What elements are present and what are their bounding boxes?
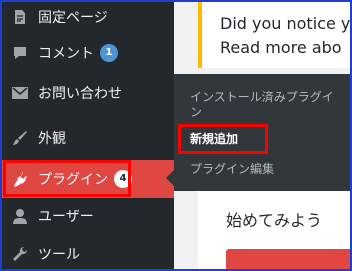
sidebar-item-plugins[interactable]: プラグイン 4 <box>2 160 174 198</box>
sidebar-item-pages[interactable]: 固定ページ <box>2 2 174 36</box>
sidebar-item-label: コメント <box>38 46 94 62</box>
brush-icon <box>2 130 38 146</box>
page-icon <box>2 9 38 25</box>
admin-sidebar: 固定ページ コメント 1 お問い合わせ 外観 プラグイン 4 ユーザー ツール <box>2 2 174 269</box>
sidebar-item-contact[interactable]: お問い合わせ <box>2 74 174 112</box>
submenu-item-installed-plugins[interactable]: インストール済みプラグイン <box>190 90 340 120</box>
notice-line-1: Did you notice y <box>220 14 351 33</box>
sidebar-item-label: ツール <box>38 247 80 263</box>
mail-icon <box>2 86 38 100</box>
submenu-item-add-new[interactable]: 新規追加 <box>190 132 340 147</box>
comment-icon <box>2 45 38 61</box>
sidebar-item-label: お問い合わせ <box>38 86 122 102</box>
welcome-panel-title: 始めてみよう <box>226 211 323 230</box>
submenu-item-plugin-editor[interactable]: プラグイン編集 <box>190 162 340 177</box>
plugin-icon <box>2 171 38 187</box>
screenshot-frame: Did you notice y Read more abo 始めてみよう 固定… <box>0 0 352 271</box>
comment-count-badge: 1 <box>100 44 118 62</box>
sidebar-item-label: 外観 <box>38 131 66 147</box>
plugin-update-badge: 4 <box>114 170 132 188</box>
sidebar-item-appearance[interactable]: 外観 <box>2 119 174 157</box>
sidebar-item-comments[interactable]: コメント 1 <box>2 34 174 72</box>
sidebar-item-label: プラグイン <box>38 172 108 188</box>
sidebar-item-label: ユーザー <box>38 209 94 225</box>
active-menu-pointer <box>166 170 174 186</box>
sidebar-item-label: 固定ページ <box>38 10 108 26</box>
user-icon <box>2 208 38 224</box>
notice-line-2: Read more abo <box>220 38 342 57</box>
plugins-submenu: インストール済みプラグイン 新規追加 プラグイン編集 <box>174 74 350 191</box>
get-started-button[interactable] <box>226 249 350 269</box>
welcome-panel: 始めてみよう <box>198 191 350 269</box>
wrench-icon <box>2 246 38 262</box>
sidebar-item-users[interactable]: ユーザー <box>2 197 174 235</box>
sidebar-item-tools[interactable]: ツール <box>2 235 174 269</box>
admin-notice: Did you notice y Read more abo <box>198 2 351 68</box>
